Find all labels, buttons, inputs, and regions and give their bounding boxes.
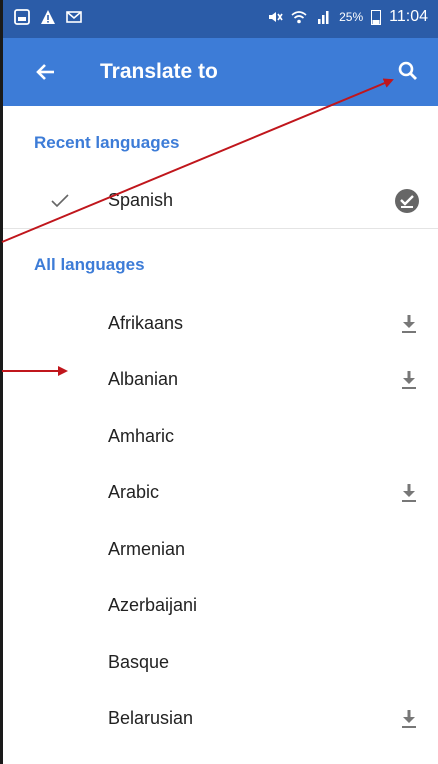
app-toolbar: Translate to <box>0 38 438 106</box>
language-row-azerbaijani[interactable]: Azerbaijani <box>0 578 438 634</box>
download-icon[interactable] <box>400 370 418 390</box>
status-bar: 25% 11:04 <box>0 0 438 38</box>
language-label: Afrikaans <box>108 313 184 333</box>
battery-icon <box>371 10 382 25</box>
clock: 11:04 <box>389 8 428 25</box>
mute-icon <box>269 12 283 22</box>
download-icon[interactable] <box>400 483 418 503</box>
language-row-amharic[interactable]: Amharic <box>0 409 438 465</box>
language-row-armenian[interactable]: Armenian <box>0 522 438 578</box>
gallery-notification-icon <box>14 9 30 25</box>
search-icon <box>398 61 417 80</box>
section-divider <box>0 228 438 229</box>
screen-frame-edge <box>0 0 3 764</box>
language-label: Arabic <box>108 482 160 502</box>
signal-icon <box>318 11 329 24</box>
language-label: Azerbaijani <box>108 595 198 615</box>
warning-notification-icon <box>41 10 55 24</box>
recent-languages-header: Recent languages <box>34 133 180 152</box>
language-row-belarusian[interactable]: Belarusian <box>0 691 438 747</box>
language-row-albanian[interactable]: Albanian <box>0 352 438 408</box>
system-icons: 25% 11:04 <box>267 8 428 26</box>
page-title: Translate to <box>100 60 218 83</box>
language-row-basque[interactable]: Basque <box>0 635 438 691</box>
language-label: Spanish <box>108 190 174 210</box>
language-label: Amharic <box>108 426 175 446</box>
language-row-spanish[interactable]: Spanish <box>0 173 438 229</box>
download-icon[interactable] <box>400 314 418 334</box>
language-row-afrikaans[interactable]: Afrikaans <box>0 296 438 352</box>
wifi-icon <box>291 11 307 24</box>
checkmark-icon <box>51 194 69 208</box>
mail-notification-icon <box>66 11 82 23</box>
language-label: Armenian <box>108 539 186 559</box>
notification-icons <box>14 9 82 25</box>
app-screen: 25% 11:04 Translate to Recent languages <box>0 0 438 764</box>
language-row-arabic[interactable]: Arabic <box>0 465 438 521</box>
language-label: Albanian <box>108 369 179 389</box>
language-label: Belarusian <box>108 708 194 728</box>
all-languages-header: All languages <box>34 255 145 274</box>
language-label: Basque <box>108 652 170 672</box>
search-button[interactable] <box>390 54 426 90</box>
download-icon[interactable] <box>400 709 418 729</box>
arrow-back-icon <box>36 64 54 80</box>
back-button[interactable] <box>28 54 64 90</box>
downloaded-check-icon <box>395 189 419 213</box>
battery-percent: 25% <box>339 10 364 24</box>
